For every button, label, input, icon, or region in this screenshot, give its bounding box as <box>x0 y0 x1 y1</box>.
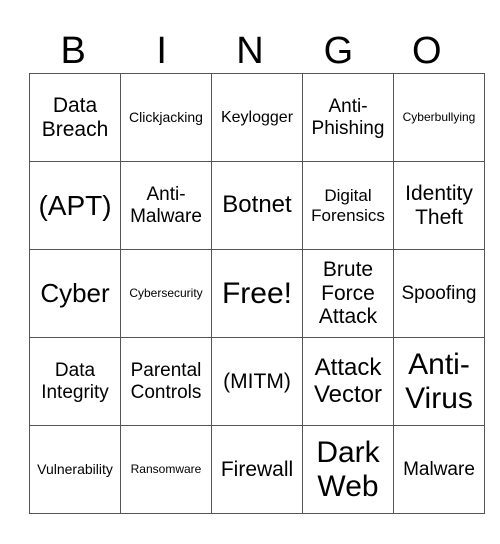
bingo-cell[interactable]: Firewall <box>211 425 303 514</box>
bingo-cell[interactable]: Parental Controls <box>120 337 212 426</box>
bingo-cell[interactable]: (MITM) <box>211 337 303 426</box>
grid-row: Cyber Cybersecurity Free! Brute Force Attac… <box>29 249 485 338</box>
bingo-cell[interactable]: Cyberbullying <box>393 73 485 162</box>
bingo-cell[interactable]: (APT) <box>29 161 121 250</box>
bingo-cell[interactable]: Brute Force Attack <box>302 249 394 338</box>
header-letter-i: I <box>156 30 167 72</box>
bingo-cell[interactable]: Anti-Phishing <box>302 73 394 162</box>
bingo-cell-text: Attack Vector <box>313 353 383 408</box>
header-letter-n: N <box>236 30 264 72</box>
bingo-cell[interactable]: Ransomware <box>120 425 212 514</box>
bingo-cell-text: Spoofing <box>401 282 477 304</box>
bingo-cell-text: Keylogger <box>220 108 294 126</box>
grid-row: (APT) Anti-Malware Botnet Digital Forensics… <box>29 161 485 250</box>
bingo-cell-text: Botnet <box>222 191 292 219</box>
bingo-cell[interactable]: Botnet <box>211 161 303 250</box>
bingo-cell-text: Malware <box>403 458 475 480</box>
bingo-cell-text: Anti-Malware <box>130 184 202 227</box>
bingo-cell-text: Brute Force Attack <box>318 258 378 329</box>
bingo-cell[interactable]: Attack Vector <box>302 337 394 426</box>
bingo-cell[interactable]: Clickjacking <box>120 73 212 162</box>
bingo-cell-text: Free! <box>221 276 293 310</box>
bingo-header: B I N G O <box>29 28 471 74</box>
bingo-cell[interactable]: Free! <box>211 249 303 338</box>
bingo-cell-text: Identity Theft <box>405 181 473 229</box>
bingo-cell-text: Cyberbullying <box>402 109 476 124</box>
bingo-cell[interactable]: Spoofing <box>393 249 485 338</box>
bingo-cell-text: Vulnerability <box>37 460 113 477</box>
bingo-cell[interactable]: Cyber <box>29 249 121 338</box>
header-letter-o: O <box>412 30 442 72</box>
bingo-cell-text: Cyber <box>40 277 110 308</box>
bingo-cell-text: Data Breach <box>41 93 109 141</box>
bingo-grid: Data Breach Clickjacking Keylogger Anti-Phi… <box>29 73 485 514</box>
grid-row: Vulnerability Ransomware Firewall Dark Web M… <box>29 425 485 514</box>
bingo-cell-text: Digital Forensics <box>311 186 385 225</box>
bingo-cell-text: Data Integrity <box>41 360 109 403</box>
bingo-cell-text: Clickjacking <box>129 108 203 125</box>
bingo-cell-text: Parental Controls <box>130 360 202 403</box>
bingo-cell[interactable]: Digital Forensics <box>302 161 394 250</box>
header-letter-b: B <box>60 30 86 72</box>
bingo-cell[interactable]: Dark Web <box>302 425 394 514</box>
bingo-cell-text: Firewall <box>220 457 294 481</box>
bingo-cell-text: (APT) <box>38 189 112 221</box>
bingo-cell[interactable]: Identity Theft <box>393 161 485 250</box>
bingo-cell[interactable]: Anti-Malware <box>120 161 212 250</box>
bingo-cell-text: (MITM) <box>223 369 291 393</box>
grid-row: Data Breach Clickjacking Keylogger Anti-Phi… <box>29 73 485 162</box>
bingo-cell[interactable]: Data Integrity <box>29 337 121 426</box>
bingo-cell-text: Anti-Phishing <box>311 96 385 139</box>
bingo-cell-text: Anti-Virus <box>405 347 473 415</box>
bingo-cell[interactable]: Vulnerability <box>29 425 121 514</box>
bingo-cell[interactable]: Keylogger <box>211 73 303 162</box>
bingo-cell-text: Ransomware <box>130 461 202 476</box>
bingo-cell[interactable]: Cybersecurity <box>120 249 212 338</box>
grid-row: Data Integrity Parental Controls (MITM) Att… <box>29 337 485 426</box>
bingo-cell[interactable]: Anti-Virus <box>393 337 485 426</box>
bingo-cell[interactable]: Data Breach <box>29 73 121 162</box>
header-letter-g: G <box>323 30 354 72</box>
bingo-cell-text: Cybersecurity <box>129 285 203 300</box>
bingo-cell-text: Dark Web <box>316 435 380 503</box>
bingo-cell[interactable]: Malware <box>393 425 485 514</box>
